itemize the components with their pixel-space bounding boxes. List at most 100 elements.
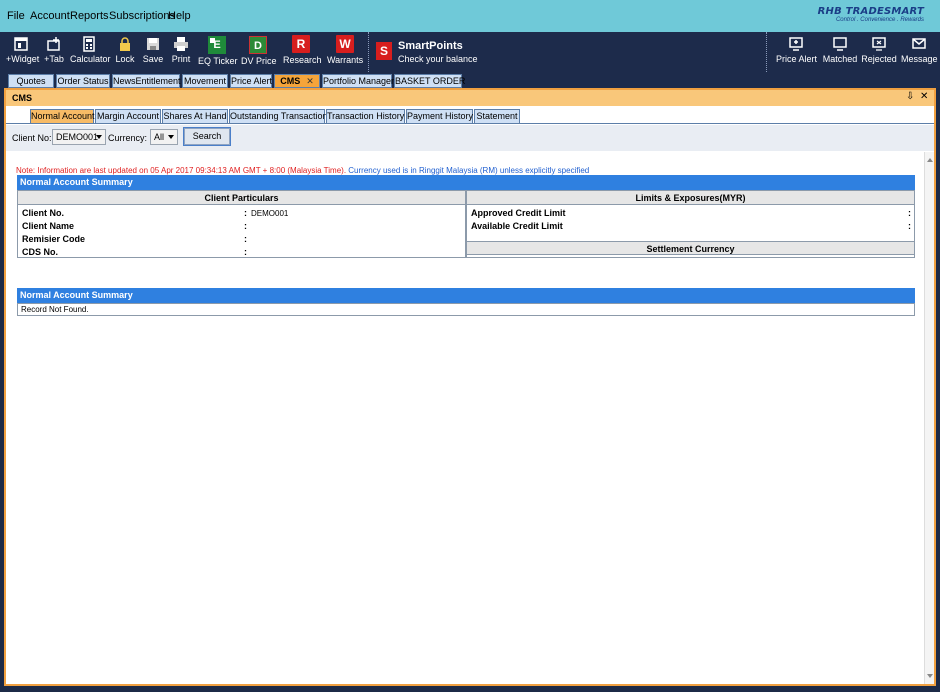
subtab-margin-account[interactable]: Margin Account [95,109,161,124]
research-button[interactable]: R Research [283,34,322,65]
limits-header: Limits & Exposures(MYR) [467,191,914,205]
scroll-down-icon[interactable] [927,674,933,678]
rejected-button[interactable]: Rejected [861,34,897,64]
toolbar-separator [368,32,369,72]
matched-button[interactable]: Matched [822,34,858,64]
update-note-timestamp: Note: Information are last updated on 05… [16,166,347,175]
client-no-field-value: DEMO001 [251,209,289,218]
add-tab-button[interactable]: +Tab [42,34,66,64]
add-tab-label: +Tab [44,54,64,64]
panel-title: CMS [6,90,934,106]
tab-cms-close-icon[interactable]: ✕ [306,76,314,86]
subtab-normal-account[interactable]: Normal Account [30,109,95,124]
menu-file[interactable]: File [7,10,25,22]
cds-no-label: CDS No. [22,247,58,257]
scroll-up-icon[interactable] [927,158,933,162]
settlement-currency-header: Settlement Currency [467,241,914,255]
rejected-icon [872,37,886,51]
available-credit-limit-colon: : [908,221,911,231]
eq-ticker-label: EQ Ticker [198,56,238,66]
subtab-transaction-history[interactable]: Transaction History [326,109,405,124]
currency-label: Currency: [108,133,148,143]
matched-icon [833,37,847,51]
tab-order-status[interactable]: Order Status [56,74,110,88]
search-button[interactable]: Search [183,127,231,146]
brand-name: RHB TRADESMART [817,6,924,17]
cds-no-colon: : [244,247,247,257]
tab-cms-label: CMS [280,76,301,86]
client-no-label: Client No: [12,133,52,143]
tab-news-entitlement[interactable]: NewsEntitlement [112,74,181,88]
add-tab-icon [47,37,60,51]
menu-help[interactable]: Help [168,10,191,22]
subtab-payment-history[interactable]: Payment History [406,109,473,124]
save-label: Save [142,54,164,64]
price-alert-icon [789,37,803,51]
rejected-label: Rejected [861,54,897,64]
pin-icon[interactable]: ⇩ [906,91,914,102]
message-label: Message [901,54,938,64]
tab-quotes[interactable]: Quotes [8,74,54,88]
update-note: Note: Information are last updated on 05… [16,166,589,175]
brand-logo: RHB TRADESMART Control . Convenience . R… [818,6,924,23]
calculator-button[interactable]: Calculator [70,34,111,64]
subtab-shares-at-hand[interactable]: Shares At Hand [162,109,228,124]
widget-label: +Widget [6,54,40,64]
lock-icon [120,37,130,51]
record-not-found: Record Not Found. [21,305,89,314]
client-no-select[interactable]: DEMO001 [52,129,106,145]
widget-icon [14,37,28,51]
calculator-label: Calculator [70,54,111,64]
client-particulars-header: Client Particulars [18,191,465,205]
tab-basket-order[interactable]: BASKET ORDER [394,74,465,88]
smartpoints-subtitle: Check your balance [398,54,478,64]
dv-price-icon: D [249,36,267,54]
subtab-outstanding-transaction[interactable]: Outstanding Transaction [229,109,328,124]
client-name-colon: : [244,221,247,231]
toolbar-separator-right [766,32,767,72]
summary-empty-box: Record Not Found. [17,303,915,316]
price-alert-button[interactable]: Price Alert [776,34,818,64]
cms-panel: CMS ⇩ ✕ Normal Account Margin Account Sh… [4,88,936,686]
currency-value: All [154,132,165,142]
tab-cms[interactable]: CMS ✕ [274,74,320,88]
warrants-button[interactable]: W Warrants [327,34,363,65]
message-button[interactable]: Message [901,34,938,64]
approved-credit-limit-label: Approved Credit Limit [471,208,566,218]
menu-subscriptions[interactable]: Subscriptions [109,10,175,22]
price-alert-label: Price Alert [776,54,818,64]
eq-ticker-button[interactable]: E EQ Ticker [198,34,238,66]
subtab-statement[interactable]: Statement [474,109,520,124]
workspace-tabs: Quotes Order Status NewsEntitlement Move… [0,72,940,88]
client-no-colon: : [244,208,247,218]
menu-account[interactable]: Account [30,10,70,22]
summary-header-2: Normal Account Summary [17,288,915,303]
lock-button[interactable]: Lock [114,34,136,64]
remisier-code-colon: : [244,234,247,244]
chevron-down-icon [168,135,174,139]
menu-bar: File Account Reports Subscriptions Help … [0,0,940,32]
client-name-label: Client Name [22,221,75,231]
save-icon [147,38,159,50]
currency-select[interactable]: All [150,129,178,145]
tab-movement[interactable]: Movement [182,74,228,88]
chevron-down-icon [96,135,102,139]
panel-close-icon[interactable]: ✕ [920,91,928,102]
toolbar: +Widget +Tab Calculator Lock Save Print … [0,32,940,72]
client-no-value: DEMO001 [56,132,99,142]
summary-header: Normal Account Summary [17,175,915,190]
widget-button[interactable]: +Widget [6,34,40,64]
print-button[interactable]: Print [170,34,192,64]
lock-label: Lock [115,54,135,64]
warrants-icon: W [336,35,354,53]
client-no-field-label: Client No. [22,208,64,218]
tab-price-alert[interactable]: Price Alert [230,74,272,88]
save-button[interactable]: Save [142,34,164,64]
menu-reports[interactable]: Reports [70,10,109,22]
dv-price-button[interactable]: D DV Price [241,34,277,66]
tab-portfolio-manager[interactable]: Portfolio Manager [322,74,394,88]
limits-box: Limits & Exposures(MYR) Approved Credit … [466,190,915,258]
brand-tagline: Control . Convenience . Rewards [835,17,924,23]
research-label: Research [283,55,322,65]
vertical-scrollbar[interactable] [924,152,934,684]
